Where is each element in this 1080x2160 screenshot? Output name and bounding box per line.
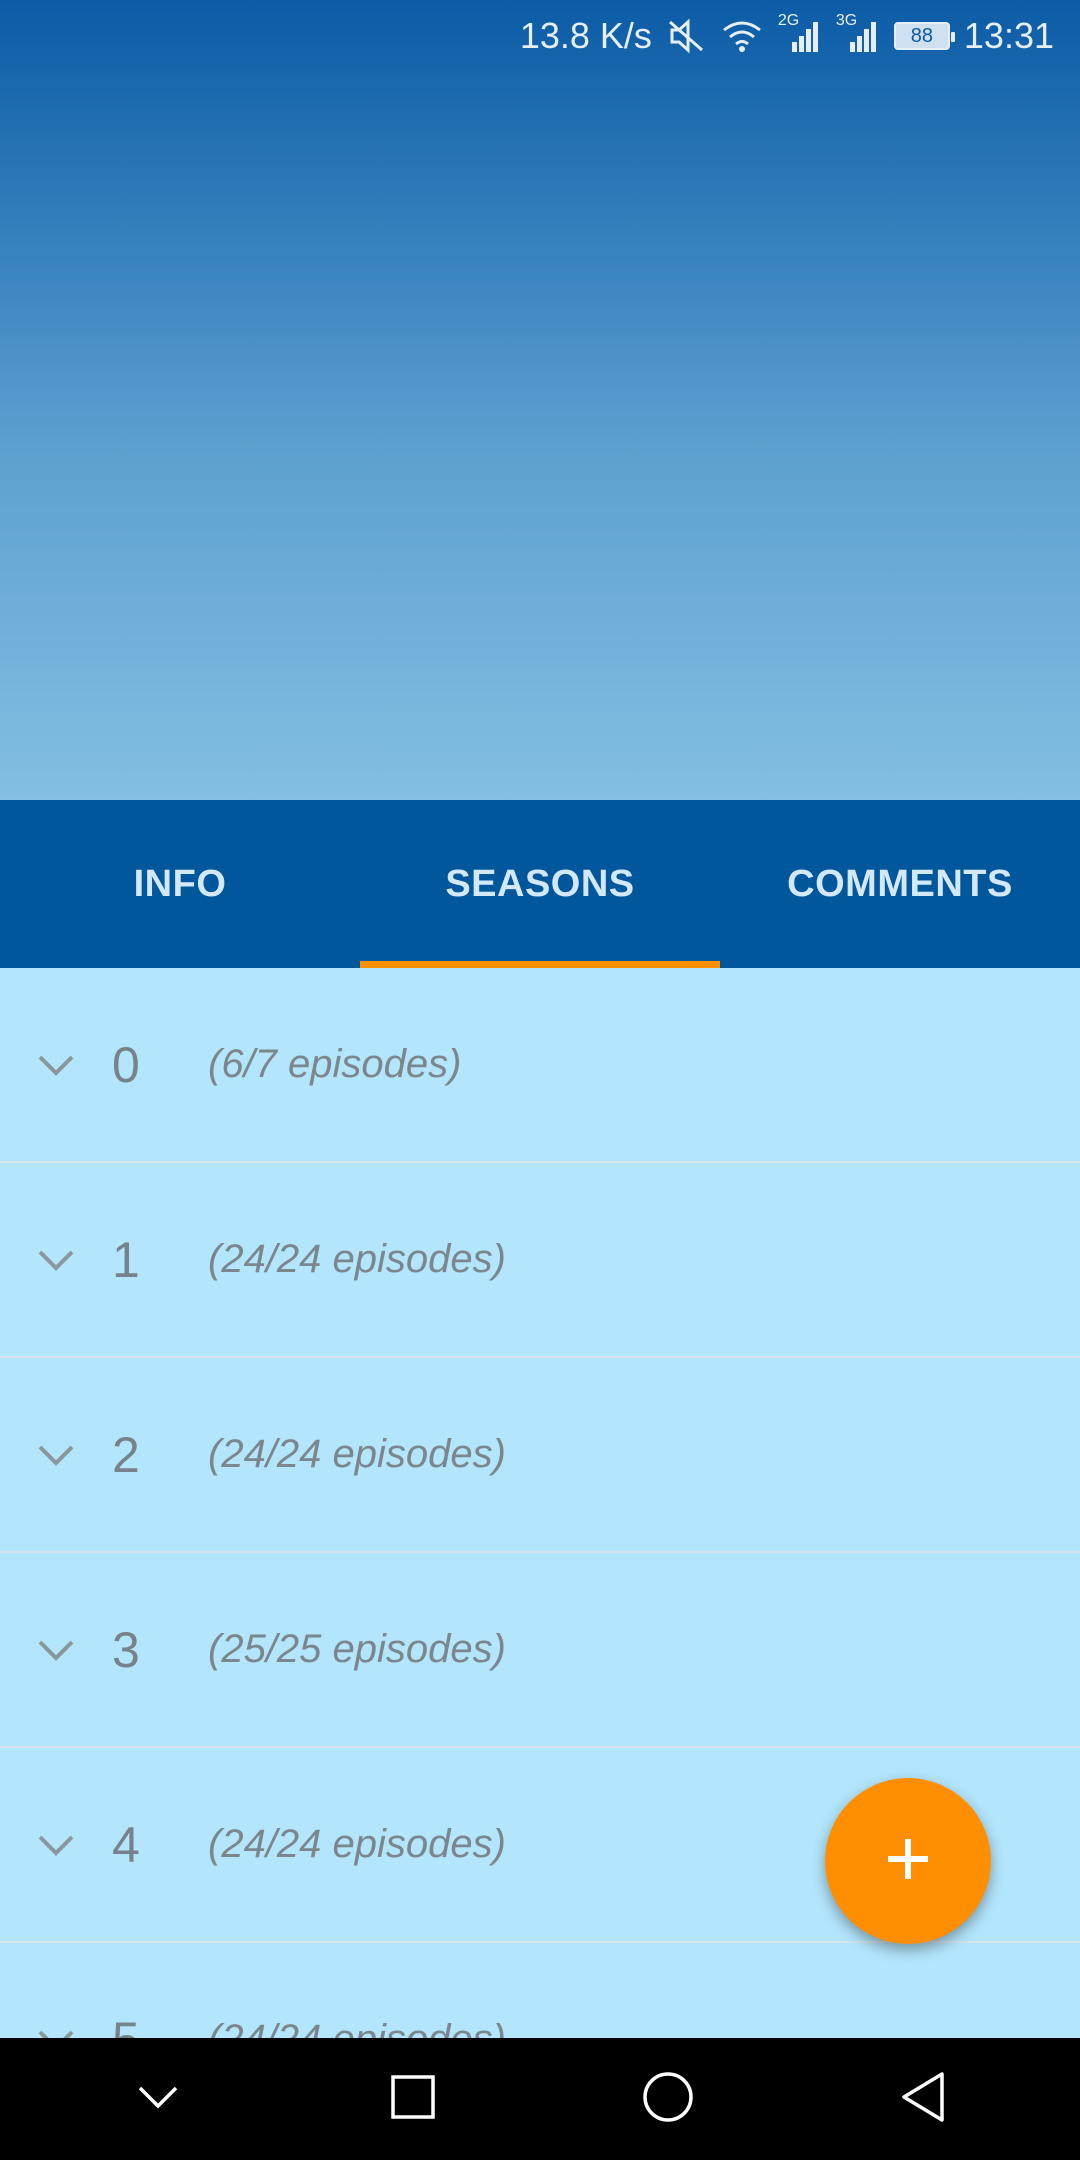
battery-level: 88 (910, 24, 934, 47)
signal-icon-2g: 2G (778, 12, 822, 54)
status-bar: 13.8 K/s 2G 3G 88 13:31 (0, 0, 1080, 72)
network-speed: 13.8 K/s (519, 15, 652, 56)
episode-count: (25/25 episodes) (208, 1627, 506, 1671)
episode-count: (24/24 episodes) (208, 1822, 506, 1866)
tab-info[interactable]: INFO (0, 800, 360, 968)
nav-hide-button[interactable] (98, 2039, 218, 2159)
tab-seasons[interactable]: SEASONS (360, 800, 720, 968)
back-triangle-icon (898, 2070, 948, 2129)
circle-icon (641, 2070, 695, 2129)
chevron-down-icon (0, 1638, 112, 1662)
episode-count: (6/7 episodes) (208, 1042, 462, 1086)
plus-icon (884, 1835, 932, 1888)
chevron-down-icon (0, 1833, 112, 1857)
battery-icon: 88 (893, 22, 955, 50)
add-button[interactable] (825, 1778, 991, 1944)
chevron-down-icon (0, 2028, 112, 2038)
season-number: 0 (112, 1036, 140, 1093)
season-number: 3 (112, 1621, 140, 1678)
episode-count: (24/24 episodes) (208, 1237, 506, 1281)
chevron-down-icon (0, 1248, 112, 1272)
season-row[interactable]: 3 (25/25 episodes) (0, 1553, 1080, 1748)
tab-bar: INFO SEASONS COMMENTS (0, 800, 1080, 968)
season-number: 2 (112, 1426, 140, 1483)
chevron-down-icon (136, 2083, 180, 2116)
signal-icon-3g: 3G (836, 12, 880, 54)
season-row[interactable]: 2 (24/24 episodes) (0, 1358, 1080, 1553)
season-number: 4 (112, 1816, 140, 1873)
nav-recents-button[interactable] (353, 2039, 473, 2159)
nav-back-button[interactable] (863, 2039, 983, 2159)
tab-comments[interactable]: COMMENTS (720, 800, 1080, 968)
season-row[interactable]: 1 (24/24 episodes) (0, 1163, 1080, 1358)
season-row[interactable]: 0 (6/7 episodes) (0, 968, 1080, 1163)
chevron-down-icon (0, 1053, 112, 1077)
episode-count: (24/24 episodes) (208, 2017, 506, 2038)
chevron-down-icon (0, 1443, 112, 1467)
season-number: 1 (112, 1231, 140, 1288)
season-row[interactable]: 5 (24/24 episodes) (0, 1943, 1080, 2038)
header-backdrop: 13.8 K/s 2G 3G 88 13:31 (0, 0, 1080, 800)
navigation-bar (0, 2038, 1080, 2160)
clock: 13:31 (963, 15, 1054, 56)
season-number: 5 (112, 2011, 208, 2039)
wifi-icon (720, 18, 764, 54)
mute-icon (666, 18, 706, 54)
episode-count: (24/24 episodes) (208, 1432, 506, 1476)
nav-home-button[interactable] (608, 2039, 728, 2159)
square-icon (389, 2073, 437, 2126)
